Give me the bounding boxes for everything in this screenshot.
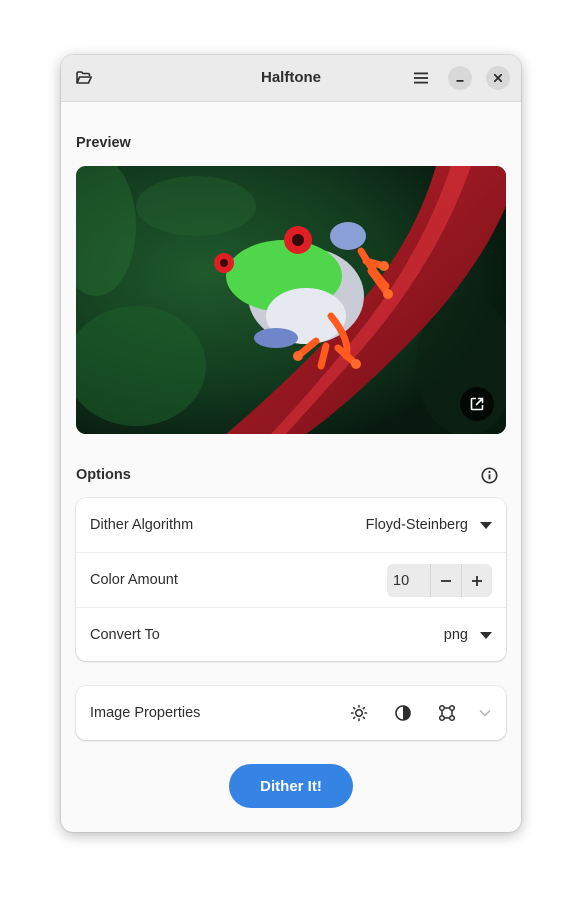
- frog-image: [76, 166, 506, 434]
- open-image-button[interactable]: [71, 55, 97, 101]
- transform-icon: [438, 704, 456, 722]
- expand-toggle[interactable]: [473, 701, 497, 725]
- decrement-button[interactable]: [431, 564, 463, 597]
- chevron-down-icon: [479, 710, 491, 717]
- dither-algorithm-dropdown[interactable]: Floyd-Steinberg: [366, 508, 492, 542]
- plus-icon: [472, 575, 483, 586]
- options-info-button[interactable]: [479, 465, 499, 485]
- headerbar: Halftone: [61, 55, 521, 102]
- options-card: Dither Algorithm Floyd-Steinberg Color A…: [76, 498, 506, 661]
- dither-it-button[interactable]: Dither It!: [229, 764, 353, 808]
- brightness-icon: [350, 704, 368, 722]
- minus-icon: [441, 579, 452, 582]
- image-preview: [76, 166, 506, 434]
- minimize-button[interactable]: [448, 66, 472, 90]
- open-external-button[interactable]: [460, 387, 494, 421]
- color-amount-label: Color Amount: [90, 572, 178, 588]
- dither-algorithm-value: Floyd-Steinberg: [365, 517, 468, 533]
- increment-button[interactable]: [462, 564, 492, 597]
- image-properties-card[interactable]: Image Properties: [76, 686, 506, 740]
- close-icon: [493, 73, 503, 83]
- info-icon: [481, 467, 497, 483]
- options-heading: Options: [76, 467, 131, 483]
- minimize-icon: [456, 80, 464, 82]
- preview-heading: Preview: [76, 135, 131, 151]
- dither-algorithm-label: Dither Algorithm: [90, 517, 194, 533]
- open-external-icon: [470, 397, 484, 411]
- image-properties-row[interactable]: Image Properties: [76, 686, 506, 740]
- transform-indicator: [435, 701, 459, 725]
- contrast-indicator: [391, 701, 415, 725]
- image-properties-label: Image Properties: [90, 705, 201, 721]
- convert-to-label: Convert To: [90, 627, 160, 643]
- color-amount-row: Color Amount 10: [76, 553, 506, 608]
- color-amount-value[interactable]: 10: [387, 564, 432, 597]
- brightness-indicator: [347, 701, 371, 725]
- convert-to-value: png: [443, 627, 468, 643]
- close-button[interactable]: [486, 66, 510, 90]
- convert-to-dropdown[interactable]: png: [444, 618, 492, 652]
- dropdown-arrow-icon: [480, 521, 492, 529]
- convert-to-row[interactable]: Convert To png: [76, 608, 506, 662]
- contrast-icon: [395, 705, 411, 721]
- dropdown-arrow-icon: [480, 631, 492, 639]
- hamburger-menu-icon: [414, 72, 428, 84]
- dither-algorithm-row[interactable]: Dither Algorithm Floyd-Steinberg: [76, 498, 506, 553]
- main-menu-button[interactable]: [408, 55, 434, 101]
- color-amount-spinbutton: 10: [387, 564, 492, 597]
- app-window: Halftone Preview Options Dither Algorith…: [61, 55, 521, 832]
- folder-open-icon: [76, 71, 92, 84]
